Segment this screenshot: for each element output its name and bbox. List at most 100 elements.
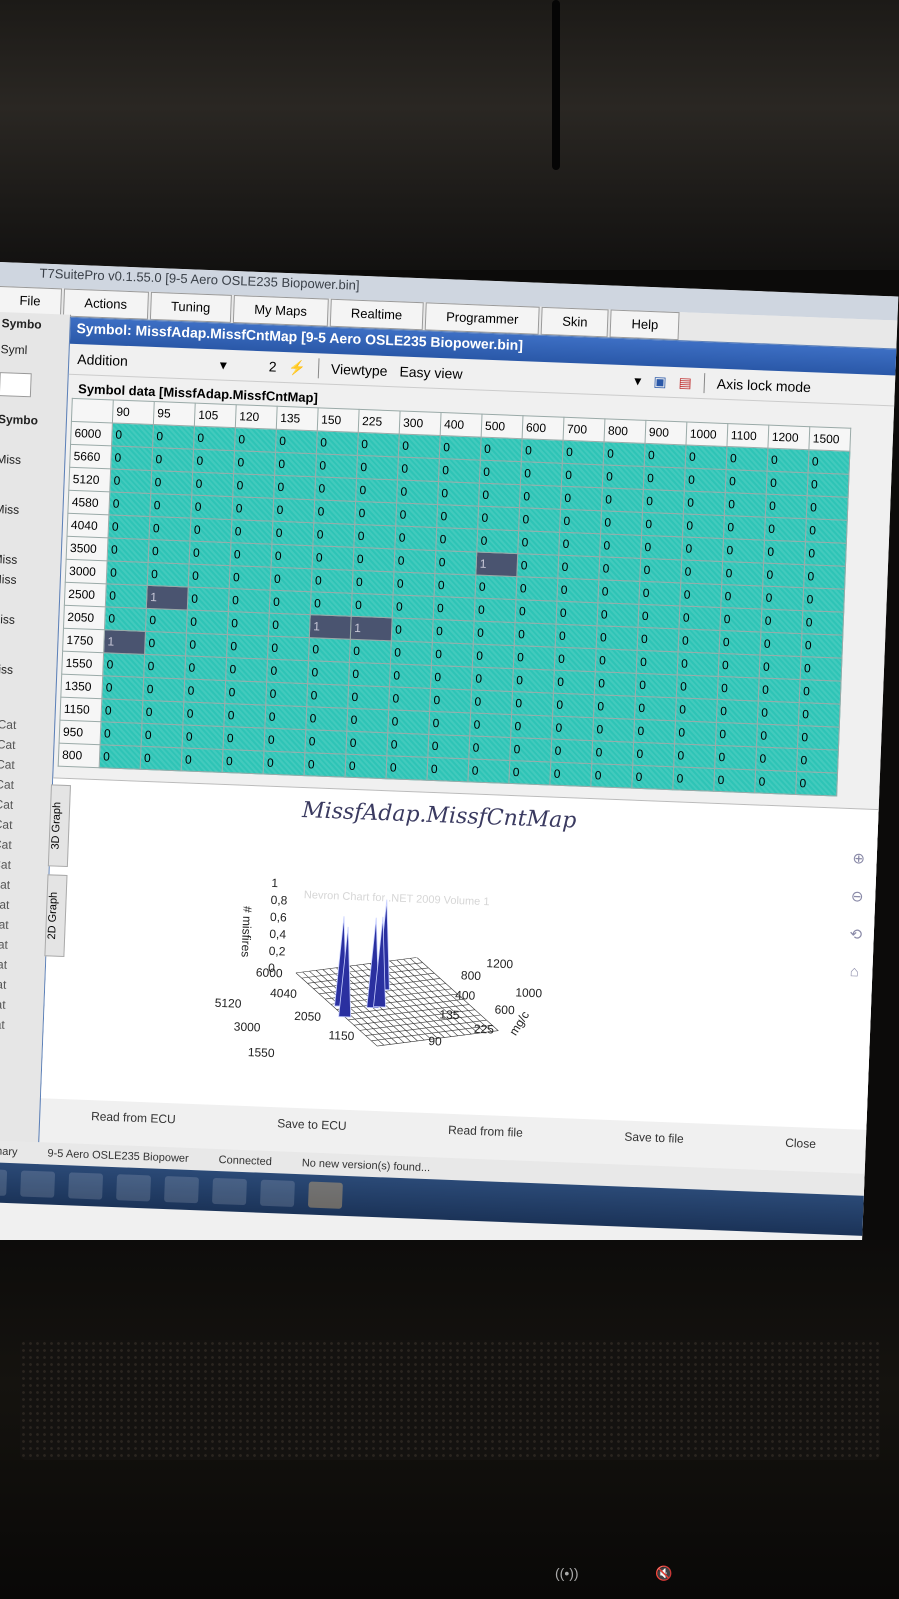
map-cell[interactable]: 0 (352, 547, 395, 572)
map-cell[interactable]: 0 (639, 558, 682, 583)
map-cell[interactable]: 0 (312, 522, 355, 548)
map-cell[interactable]: 0 (721, 561, 764, 587)
map-cell[interactable]: 0 (429, 688, 472, 713)
map-cell[interactable]: 0 (799, 679, 842, 705)
category-item[interactable]: ⊕ Cat (0, 917, 9, 932)
map-cell[interactable]: 0 (231, 496, 274, 522)
map-cell[interactable]: 0 (764, 517, 807, 542)
map-cell[interactable]: 0 (191, 472, 234, 497)
map-cell[interactable]: 0 (559, 509, 602, 534)
map-cell[interactable]: 0 (805, 518, 848, 544)
map-cell[interactable]: 0 (397, 456, 440, 482)
map-cell[interactable]: 0 (592, 717, 635, 743)
map-cell[interactable]: 0 (638, 581, 681, 606)
map-cell[interactable]: 0 (140, 746, 182, 771)
map-cell[interactable]: 0 (682, 513, 725, 539)
map-cell[interactable]: 0 (723, 515, 766, 541)
map-cell[interactable]: 0 (427, 734, 470, 759)
map-cell[interactable]: 0 (395, 502, 438, 528)
map-cell[interactable]: 0 (315, 453, 358, 479)
browser-icon[interactable] (68, 1172, 104, 1200)
map-cell[interactable]: 0 (551, 716, 594, 741)
map-cell[interactable]: 0 (181, 724, 224, 750)
map-cell[interactable]: 0 (99, 744, 142, 770)
map-cell[interactable]: 0 (643, 466, 686, 491)
map-cell[interactable]: 0 (803, 564, 846, 590)
map-cell[interactable]: 0 (515, 576, 558, 602)
map-cell[interactable]: 0 (150, 470, 193, 496)
map-cell[interactable]: 0 (562, 440, 605, 465)
map-cell[interactable]: 0 (683, 490, 726, 516)
map-cell[interactable]: 0 (718, 653, 760, 678)
map-cell[interactable]: 0 (308, 637, 351, 663)
map-cell[interactable]: 0 (763, 540, 806, 565)
map-cell[interactable]: 0 (263, 728, 306, 753)
map-cell[interactable]: 0 (678, 605, 721, 631)
map-cell[interactable]: 0 (802, 587, 845, 613)
map-cell[interactable]: 0 (233, 450, 276, 476)
map-cell[interactable]: 0 (595, 648, 638, 674)
map-cell[interactable]: 0 (518, 507, 561, 533)
t7suite-icon[interactable] (307, 1181, 343, 1209)
map-cell[interactable]: 0 (717, 676, 760, 701)
left-symbol-item[interactable]: Miss (0, 572, 17, 587)
map-cell[interactable]: 0 (230, 542, 272, 568)
map-cell[interactable]: 0 (344, 754, 387, 779)
map-cell[interactable]: 0 (275, 429, 318, 454)
zoom-out-icon[interactable]: ⊖ (846, 887, 869, 908)
map-cell[interactable]: 0 (102, 652, 145, 678)
map-cell[interactable]: 0 (549, 762, 592, 787)
map-cell[interactable]: 0 (345, 731, 388, 756)
map-cell[interactable]: 0 (517, 530, 560, 556)
map-cell[interactable]: 0 (142, 677, 185, 702)
map-cell[interactable]: 0 (556, 601, 598, 626)
map-cell[interactable]: 0 (263, 750, 305, 776)
map-cell[interactable]: 0 (680, 559, 723, 585)
map-cell[interactable]: 0 (393, 548, 436, 574)
category-item[interactable]: ⊕ Cat (0, 857, 11, 872)
map-cell[interactable]: 0 (225, 657, 268, 683)
map-cell[interactable]: 0 (223, 703, 266, 729)
map-cell[interactable]: 0 (428, 711, 471, 736)
map-cell[interactable]: 0 (271, 521, 314, 546)
map-cell[interactable]: 0 (388, 686, 431, 712)
map-cell[interactable]: 1 (146, 585, 189, 610)
map-cell[interactable]: 0 (193, 426, 236, 451)
map-cell[interactable]: 0 (316, 430, 359, 456)
map-cell[interactable]: 0 (436, 504, 479, 530)
mode-select[interactable]: Addition (77, 351, 128, 369)
map-cell[interactable]: 0 (561, 463, 604, 488)
map-cell[interactable]: 0 (795, 771, 838, 797)
map-cell[interactable]: 0 (635, 673, 678, 698)
close-button[interactable]: Close (785, 1136, 816, 1151)
map-cell[interactable]: 0 (754, 769, 797, 795)
map-cell[interactable]: 0 (356, 455, 399, 480)
map-cell[interactable]: 0 (631, 765, 674, 790)
map-cell[interactable]: 0 (267, 636, 310, 661)
map-cell[interactable]: 0 (229, 565, 271, 591)
map-cell[interactable]: 0 (227, 611, 270, 637)
map-cell[interactable]: 0 (640, 535, 683, 560)
map-cell[interactable]: 0 (685, 444, 727, 470)
map-cell[interactable]: 0 (100, 698, 143, 724)
map-cell[interactable]: 0 (714, 745, 757, 770)
map-cell[interactable]: 0 (633, 719, 676, 744)
map-cell[interactable]: 0 (105, 583, 148, 609)
map-cell[interactable]: 0 (230, 519, 273, 545)
map-cell[interactable]: 0 (520, 461, 563, 487)
map-cell[interactable]: 0 (719, 607, 762, 632)
map-cell[interactable]: 0 (386, 732, 429, 758)
map-cell[interactable]: 0 (521, 438, 564, 464)
axis-lock-checkbox[interactable]: Axis lock mode (717, 376, 812, 396)
left-tab-symbol[interactable]: Symbo (1, 316, 42, 332)
map-cell[interactable]: 0 (796, 748, 839, 774)
chrome-icon[interactable] (212, 1177, 247, 1206)
map-cell[interactable]: 0 (765, 494, 808, 519)
menu-realtime[interactable]: Realtime (329, 298, 424, 331)
map-cell[interactable]: 0 (426, 757, 469, 782)
map-cell[interactable]: 0 (480, 437, 523, 462)
map-cell[interactable]: 0 (385, 755, 428, 781)
reset-icon[interactable]: ⌂ (843, 963, 866, 984)
left-tab-symbol-list[interactable]: Syml (0, 342, 27, 357)
map-cell[interactable]: 0 (392, 594, 434, 620)
